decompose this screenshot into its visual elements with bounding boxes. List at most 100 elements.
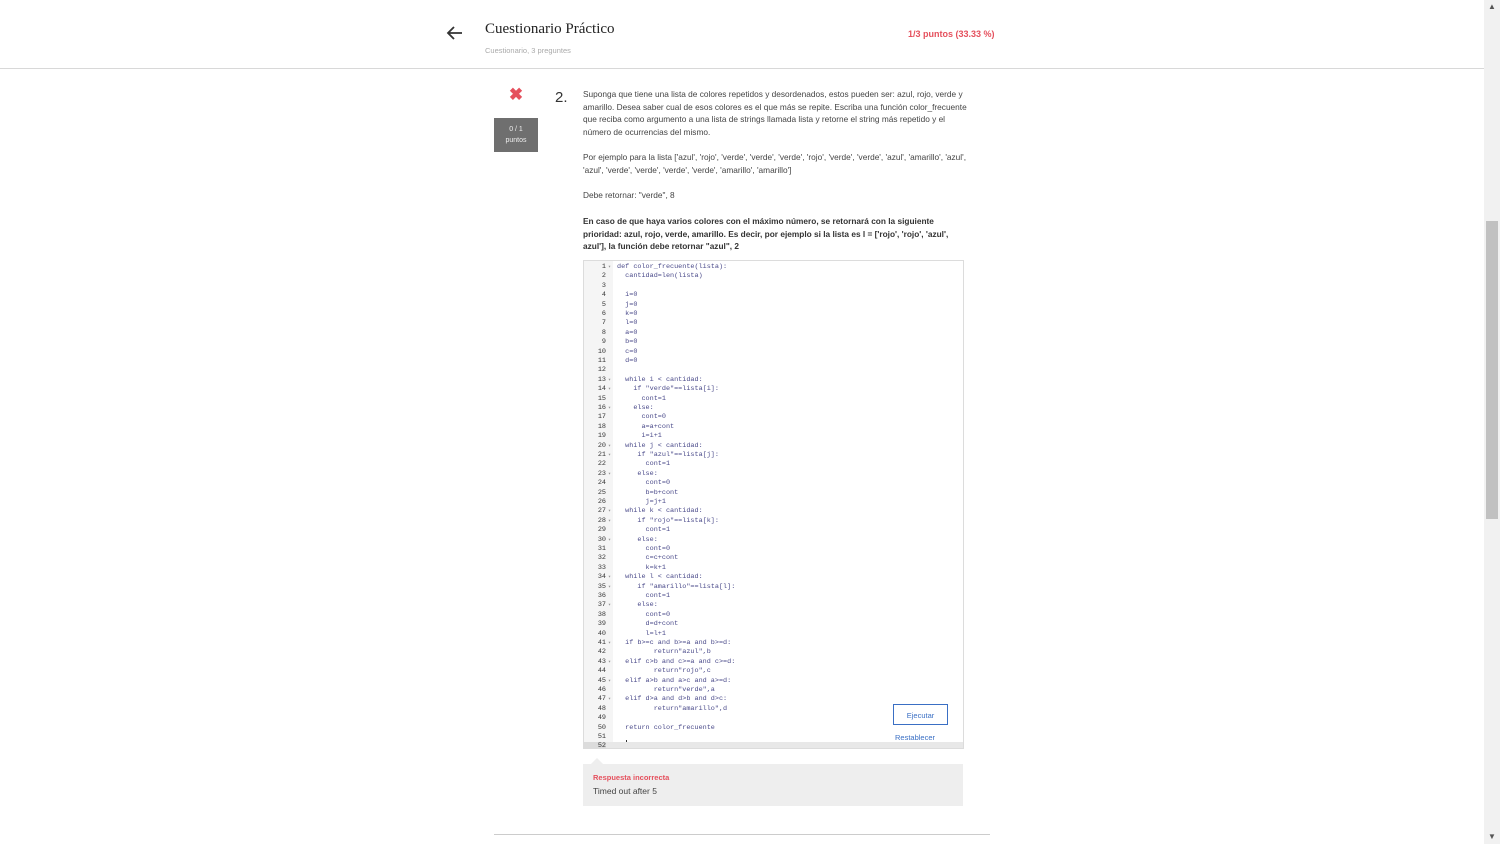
code-line[interactable]: 43 ▾ elif c>b and c>=a and c>=d: — [584, 658, 963, 667]
code-line[interactable]: 17 cont=0 — [584, 413, 963, 422]
line-number: 38 — [597, 610, 606, 619]
code-text: else: — [617, 601, 658, 610]
code-line[interactable]: 11 d=0 — [584, 357, 963, 366]
feedback-title: Respuesta incorrecta — [593, 773, 670, 782]
code-text: b=b+cont — [617, 488, 679, 497]
scroll-up-icon[interactable]: ▲ — [1484, 0, 1500, 14]
code-line[interactable]: 23 ▾ else: — [584, 470, 963, 479]
line-number: 44 — [597, 667, 606, 676]
line-number: 11 — [597, 357, 606, 365]
code-text: elif c>b and c>=a and c>=d: — [617, 657, 736, 666]
code-line[interactable]: 8 a=0 — [584, 329, 963, 338]
code-line[interactable]: 15 cont=1 — [584, 395, 963, 404]
back-arrow-icon[interactable] — [444, 22, 466, 44]
fold-toggle-icon[interactable]: ▾ — [608, 573, 611, 582]
code-line[interactable]: 38 cont=0 — [584, 611, 963, 620]
code-editor[interactable]: 1 ▾ def color_frecuente(lista): 2 cantidad=… — [583, 260, 964, 749]
code-line[interactable]: 22 cont=1 — [584, 460, 963, 469]
code-line[interactable]: 2 cantidad=len(lista) — [584, 272, 963, 281]
code-text: j=0 — [617, 300, 638, 309]
code-line[interactable]: 7 l=0 — [584, 319, 963, 328]
line-number: 12 — [597, 366, 606, 375]
scrollbar-thumb[interactable] — [1486, 221, 1498, 519]
line-number: 19 — [597, 432, 606, 441]
code-line[interactable]: 12 — [584, 366, 963, 375]
code-line[interactable]: 27 ▾ while k < cantidad: — [584, 507, 963, 516]
line-number: 48 — [597, 704, 606, 713]
code-line[interactable]: 19 i=i+1 — [584, 432, 963, 441]
code-line[interactable]: 39 d=d+cont — [584, 620, 963, 629]
fold-toggle-icon[interactable]: ▾ — [608, 517, 611, 526]
code-line[interactable]: 35 ▾ if "amarillo"==lista[l]: — [584, 583, 963, 592]
code-text: cantidad=len(lista) — [617, 272, 703, 281]
fold-toggle-icon[interactable]: ▾ — [608, 507, 611, 516]
code-line[interactable]: 5 j=0 — [584, 301, 963, 310]
fold-toggle-icon[interactable]: ▾ — [608, 583, 611, 592]
code-line[interactable]: 9 b=0 — [584, 338, 963, 347]
page-scrollbar[interactable]: ▲ ▼ — [1484, 0, 1500, 844]
code-line[interactable]: 34 ▾ while l < cantidad: — [584, 573, 963, 582]
code-line[interactable]: 45 ▾ elif a>b and a>c and a>=d: — [584, 677, 963, 686]
code-line[interactable]: 37 ▾ else: — [584, 601, 963, 610]
fold-toggle-icon[interactable]: ▾ — [608, 536, 611, 545]
code-line[interactable]: 6 k=0 — [584, 310, 963, 319]
code-line[interactable]: 24 cont=0 — [584, 479, 963, 488]
code-line[interactable]: 46 return"verde",a — [584, 686, 963, 695]
code-line[interactable]: 3 — [584, 282, 963, 291]
fold-toggle-icon[interactable]: ▾ — [608, 451, 611, 460]
fold-toggle-icon[interactable]: ▾ — [608, 404, 611, 413]
code-text: def color_frecuente(lista): — [617, 263, 728, 271]
fold-toggle-icon[interactable]: ▾ — [608, 470, 611, 479]
fold-toggle-icon[interactable]: ▾ — [608, 442, 611, 451]
code-text: else: — [617, 469, 658, 478]
scroll-down-icon[interactable]: ▼ — [1484, 830, 1500, 844]
code-line[interactable]: 18 a=a+cont — [584, 423, 963, 432]
code-line[interactable]: 10 c=0 — [584, 348, 963, 357]
code-line[interactable]: 31 cont=0 — [584, 545, 963, 554]
fold-toggle-icon[interactable]: ▾ — [608, 639, 611, 648]
fold-toggle-icon[interactable]: ▾ — [608, 385, 611, 394]
reset-link[interactable]: Restablecer — [895, 733, 935, 742]
code-line[interactable]: 20 ▾ while j < cantidad: — [584, 442, 963, 451]
run-button[interactable]: Ejecutar — [893, 704, 948, 725]
fold-toggle-icon[interactable]: ▾ — [608, 658, 611, 667]
code-line[interactable]: 26 j=j+1 — [584, 498, 963, 507]
code-line[interactable]: 52 — [584, 742, 963, 748]
fold-toggle-icon[interactable]: ▾ — [608, 263, 611, 272]
code-line[interactable]: 40 l=l+1 — [584, 630, 963, 639]
fold-toggle-icon[interactable]: ▾ — [608, 601, 611, 610]
code-line[interactable]: 36 cont=1 — [584, 592, 963, 601]
code-line[interactable]: 32 c=c+cont — [584, 554, 963, 563]
code-text: return"azul",b — [617, 648, 711, 657]
code-line[interactable]: 4 i=0 — [584, 291, 963, 300]
code-line[interactable]: 30 ▾ else: — [584, 536, 963, 545]
code-line[interactable]: 16 ▾ else: — [584, 404, 963, 413]
feedback-pointer — [591, 758, 603, 764]
fold-toggle-icon[interactable]: ▾ — [608, 376, 611, 385]
code-text: d=d+cont — [617, 620, 679, 629]
code-line[interactable]: 14 ▾ if "verde"==lista[i]: — [584, 385, 963, 394]
line-number: 7 — [601, 319, 606, 328]
page-header: Cuestionario Práctico Cuestionario, 3 pr… — [0, 0, 1484, 69]
code-line[interactable]: 41 ▾ if b>=c and b>=a and b>=d: — [584, 639, 963, 648]
code-line[interactable]: 25 b=b+cont — [584, 489, 963, 498]
code-text: cont=1 — [617, 460, 671, 469]
code-line[interactable]: 29 cont=1 — [584, 526, 963, 535]
code-line[interactable]: 1 ▾ def color_frecuente(lista): — [584, 263, 963, 272]
points-badge: 0 / 1 puntos — [494, 118, 538, 152]
code-line[interactable]: 13 ▾ while i < cantidad: — [584, 376, 963, 385]
line-number: 32 — [597, 554, 606, 563]
page-subtitle: Cuestionario, 3 preguntes — [485, 46, 571, 55]
line-number: 46 — [597, 686, 606, 694]
code-line[interactable]: 28 ▾ if "rojo"==lista[k]: — [584, 517, 963, 526]
question-example: Por ejemplo para la lista ['azul', 'rojo… — [583, 152, 967, 175]
line-number: 13 — [597, 375, 606, 384]
code-text: if b>=c and b>=a and b>=d: — [617, 639, 732, 647]
fold-toggle-icon[interactable]: ▾ — [608, 677, 611, 686]
question-statement: Suponga que tiene una lista de colores r… — [583, 89, 967, 137]
code-line[interactable]: 21 ▾ if "azul"==lista[j]: — [584, 451, 963, 460]
code-line[interactable]: 33 k=k+1 — [584, 564, 963, 573]
code-line[interactable]: 44 return"rojo",c — [584, 667, 963, 676]
fold-toggle-icon[interactable]: ▾ — [608, 695, 611, 704]
code-line[interactable]: 42 return"azul",b — [584, 648, 963, 657]
